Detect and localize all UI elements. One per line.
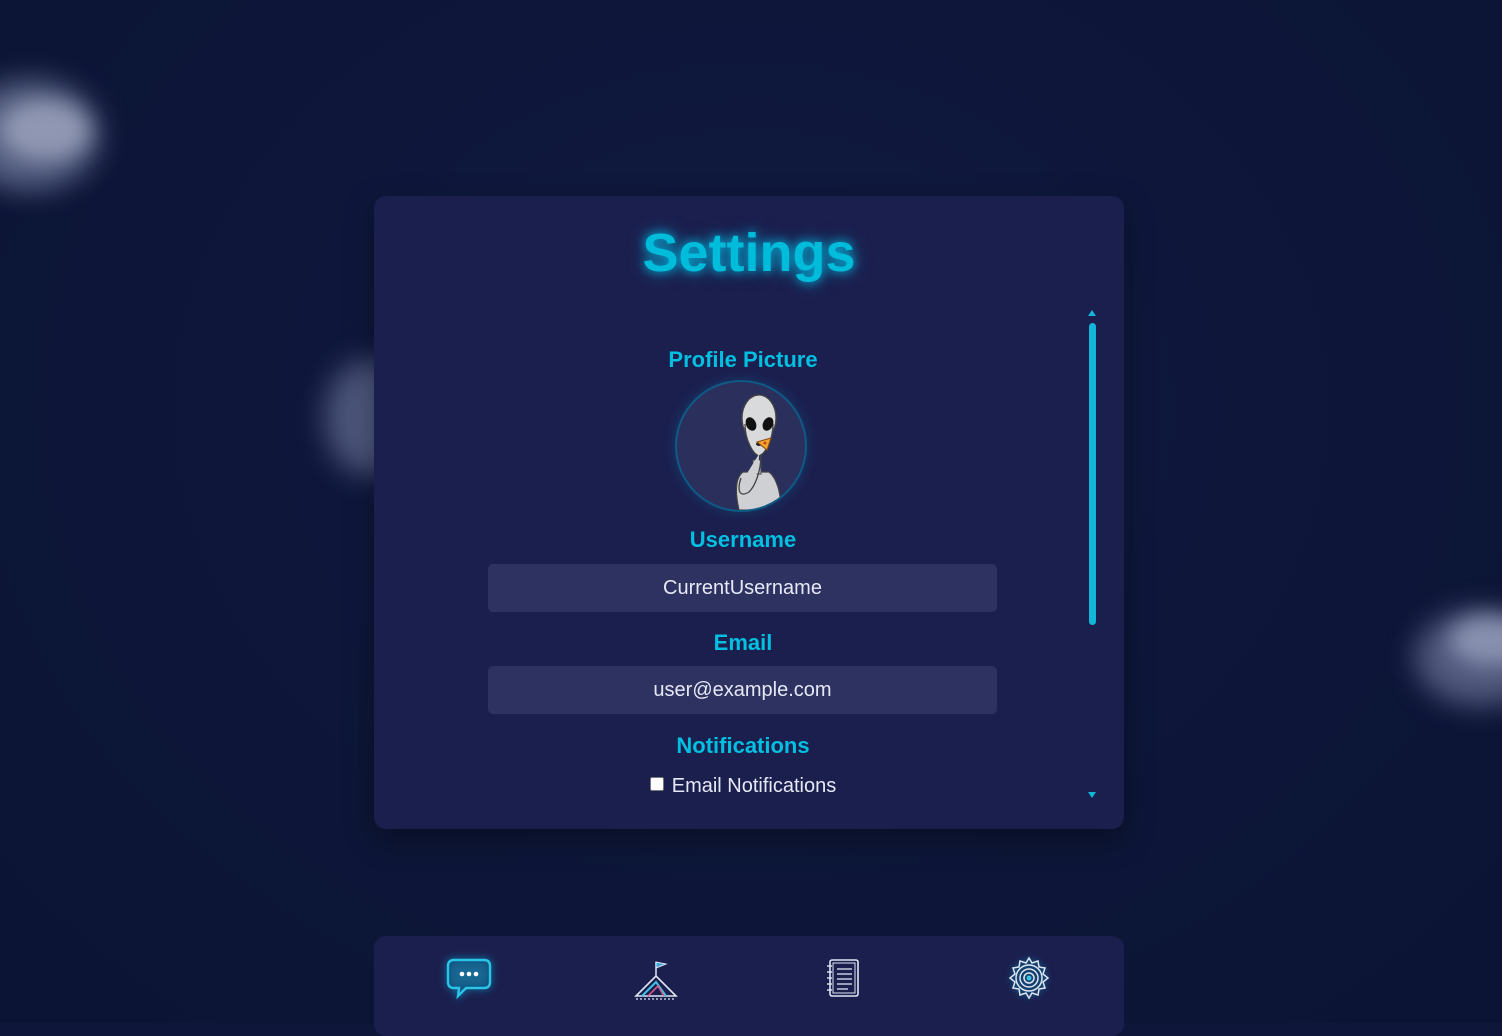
notebook-icon <box>818 954 868 1004</box>
scrollbar[interactable] <box>1084 308 1100 802</box>
alien-avatar-icon <box>677 382 805 510</box>
profile-picture-label: Profile Picture <box>398 347 1088 373</box>
scrollbar-thumb[interactable] <box>1089 323 1096 625</box>
scroll-down-arrow-icon[interactable] <box>1088 792 1096 798</box>
page-title: Settings <box>374 222 1124 284</box>
username-label: Username <box>398 527 1088 553</box>
cloud-decoration <box>0 100 90 160</box>
email-notifications-row[interactable]: Email Notifications <box>398 775 1088 798</box>
email-notifications-checkbox[interactable] <box>650 777 664 791</box>
chat-bubble-icon <box>444 954 494 1004</box>
nav-explore[interactable] <box>632 954 682 1004</box>
nav-chat[interactable] <box>444 954 494 1004</box>
notifications-label: Notifications <box>398 733 1088 759</box>
scroll-up-arrow-icon[interactable] <box>1088 310 1096 316</box>
bottom-nav <box>374 936 1124 1036</box>
mountain-flag-icon <box>632 954 682 1004</box>
email-notifications-label: Email Notifications <box>672 775 837 797</box>
email-label: Email <box>398 630 1088 656</box>
username-input[interactable]: CurrentUsername <box>488 564 997 612</box>
settings-scroll-area[interactable]: Profile Picture Username CurrentUsername… <box>398 305 1088 805</box>
profile-picture-avatar[interactable] <box>677 382 805 510</box>
email-input[interactable]: user@example.com <box>488 666 997 714</box>
title-wrap: Settings <box>374 0 1124 300</box>
nav-notebook[interactable] <box>818 954 868 1004</box>
gear-icon <box>1004 954 1054 1004</box>
nav-settings[interactable] <box>1004 954 1054 1004</box>
